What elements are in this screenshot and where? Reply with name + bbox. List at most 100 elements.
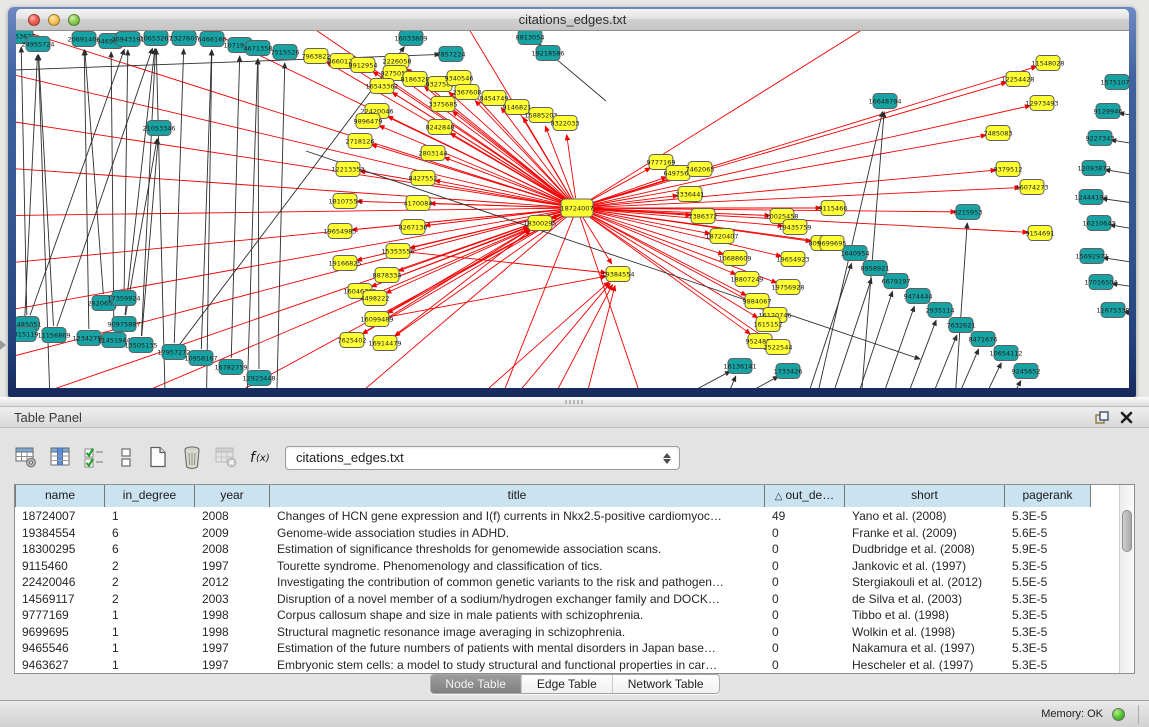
collapse-panel-arrow-icon[interactable] <box>0 340 6 350</box>
citation-edge[interactable] <box>964 363 1001 388</box>
table-cell[interactable]: Tibbo et al. (1998) <box>845 607 1005 624</box>
graph-node[interactable]: 8267130 <box>399 220 428 235</box>
graph-node[interactable]: 10958167 <box>184 351 217 366</box>
graph-node[interactable]: 12254428 <box>1001 72 1034 87</box>
table-cell[interactable]: 5.5E-5 <box>1005 574 1091 591</box>
citation-edge-red[interactable] <box>385 229 530 314</box>
graph-node[interactable]: 8471676 <box>969 332 998 347</box>
graph-node[interactable]: 2803144 <box>419 146 448 161</box>
table-cell[interactable]: 5.6E-5 <box>1005 525 1091 542</box>
citation-edge[interactable] <box>716 376 736 388</box>
table-cell[interactable]: 2 <box>105 591 195 608</box>
table-cell[interactable]: Wolkin et al. (1998) <box>845 624 1005 641</box>
table-cell[interactable]: Embryonic stem cells: a model to study s… <box>270 657 765 674</box>
citation-network-graph[interactable]: 9463627249557242069140694655462094319110… <box>16 31 1129 388</box>
graph-node[interactable]: 8322033 <box>551 116 580 131</box>
unselect-all-icon[interactable] <box>112 443 140 471</box>
graph-node[interactable]: 7625402 <box>338 333 367 348</box>
citation-edge[interactable] <box>896 320 936 388</box>
table-cell[interactable]: 1 <box>105 624 195 641</box>
table-cell[interactable]: 2 <box>105 558 195 575</box>
citation-edge[interactable] <box>806 263 852 388</box>
citation-edge[interactable] <box>57 48 153 326</box>
table-cell[interactable]: 6 <box>105 541 195 558</box>
graph-node[interactable]: 19218586 <box>531 46 564 61</box>
graph-node[interactable]: 9315119 <box>16 327 38 342</box>
function-builder-icon[interactable]: f (x) <box>246 443 274 471</box>
table-row[interactable]: 969969511998Structural magnetic resonanc… <box>15 624 1091 641</box>
table-row[interactable]: 911546021997Tourette syndrome. Phenomeno… <box>15 558 1091 575</box>
citation-edge-red[interactable] <box>16 116 567 206</box>
column-header-short[interactable]: short <box>845 485 1005 507</box>
table-cell[interactable]: Estimation of the future numbers of pati… <box>270 640 765 657</box>
citation-edge-red[interactable] <box>567 135 576 198</box>
table-cell[interactable]: de Silva et al. (2003) <box>845 591 1005 608</box>
graph-node[interactable]: 9115460 <box>819 201 848 216</box>
table-cell[interactable]: 22420046 <box>15 574 105 591</box>
graph-node[interactable]: 9245652 <box>1012 364 1041 379</box>
table-cell[interactable]: 5.3E-5 <box>1005 640 1091 657</box>
graph-node[interactable]: 1327607 <box>170 31 199 46</box>
graph-node[interactable]: 2935114 <box>926 303 955 318</box>
table-cell[interactable]: Estimation of significance thresholds fo… <box>270 541 765 558</box>
graph-node[interactable]: 11548028 <box>1031 56 1064 71</box>
graph-node[interactable]: 16099489 <box>360 312 393 327</box>
tab-edge-table[interactable]: Edge Table <box>522 675 613 693</box>
table-cell[interactable]: Structural magnetic resonance image aver… <box>270 624 765 641</box>
graph-node[interactable]: 1615152 <box>754 317 783 332</box>
citation-edge[interactable] <box>125 49 155 315</box>
table-cell[interactable]: 9465546 <box>15 640 105 657</box>
select-all-icon[interactable] <box>80 443 108 471</box>
citation-edge[interactable] <box>246 59 258 388</box>
table-cell[interactable]: 5.3E-5 <box>1005 607 1091 624</box>
graph-node[interactable]: 7963822 <box>302 49 331 64</box>
graph-node[interactable]: 9474444 <box>904 289 933 304</box>
graph-node[interactable]: 11156869 <box>37 328 70 343</box>
table-cell[interactable]: 0 <box>765 525 845 542</box>
graph-node[interactable]: 4170084 <box>404 196 433 211</box>
graph-node[interactable]: 19435759 <box>778 220 811 235</box>
table-row[interactable]: 946362711997Embryonic stem cells: a mode… <box>15 657 1091 674</box>
graph-node[interactable]: 7632621 <box>947 318 976 333</box>
table-row[interactable]: 1938455462009Genome-wide association stu… <box>15 525 1091 542</box>
table-cell[interactable]: 1 <box>105 508 195 525</box>
close-panel-icon[interactable] <box>1120 411 1133 424</box>
table-cell[interactable]: 5.3E-5 <box>1005 508 1091 525</box>
citation-edge-red[interactable] <box>587 170 996 207</box>
graph-node[interactable]: 15353556 <box>381 244 414 259</box>
column-header-name[interactable]: name <box>15 485 105 507</box>
graph-node[interactable]: 12213353 <box>331 162 364 177</box>
table-row[interactable]: 1456911722003Disruption of a novel membe… <box>15 591 1091 608</box>
graph-node[interactable]: 16782759 <box>214 360 247 375</box>
table-cell[interactable]: 1997 <box>195 657 270 674</box>
table-cell[interactable]: Hescheler et al. (1997) <box>845 657 1005 674</box>
graph-node[interactable]: 13505135 <box>124 338 157 353</box>
table-cell[interactable]: 1 <box>105 640 195 657</box>
citation-edge-red[interactable] <box>587 82 1007 205</box>
graph-node[interactable]: 17359924 <box>107 291 140 306</box>
graph-node[interactable]: 9896479 <box>354 114 383 129</box>
table-cell[interactable]: 0 <box>765 591 845 608</box>
citation-edge[interactable] <box>30 49 124 315</box>
graph-node[interactable]: 1733426 <box>774 364 803 379</box>
table-cell[interactable]: 18300295 <box>15 541 105 558</box>
table-row[interactable]: 2242004622012Investigating the contribut… <box>15 574 1091 591</box>
show-column-icon[interactable] <box>46 443 74 471</box>
column-header-pagerank[interactable]: pagerank <box>1005 485 1091 507</box>
table-cell[interactable]: Yano et al. (2008) <box>845 508 1005 525</box>
table-cell[interactable]: 49 <box>765 508 845 525</box>
graph-node[interactable]: 2522544 <box>764 340 793 355</box>
graph-node[interactable]: 16210643 <box>1082 216 1115 231</box>
table-cell[interactable]: Disruption of a novel member of a sodium… <box>270 591 765 608</box>
graph-node[interactable]: 15751074 <box>1100 75 1129 90</box>
graph-node[interactable]: 16033809 <box>394 31 427 46</box>
column-header-out_de[interactable]: △out_de… <box>765 485 845 507</box>
graph-node[interactable]: 19654985 <box>323 224 356 239</box>
graph-node[interactable]: 19654923 <box>776 252 809 267</box>
graph-node[interactable]: 10688609 <box>718 251 751 266</box>
table-cell[interactable]: 2003 <box>195 591 270 608</box>
table-cell[interactable]: 9699695 <box>15 624 105 641</box>
graph-node[interactable]: 16136141 <box>723 359 756 374</box>
table-row[interactable]: 946554611997Estimation of the future num… <box>15 640 1091 657</box>
table-cell[interactable]: 0 <box>765 657 845 674</box>
